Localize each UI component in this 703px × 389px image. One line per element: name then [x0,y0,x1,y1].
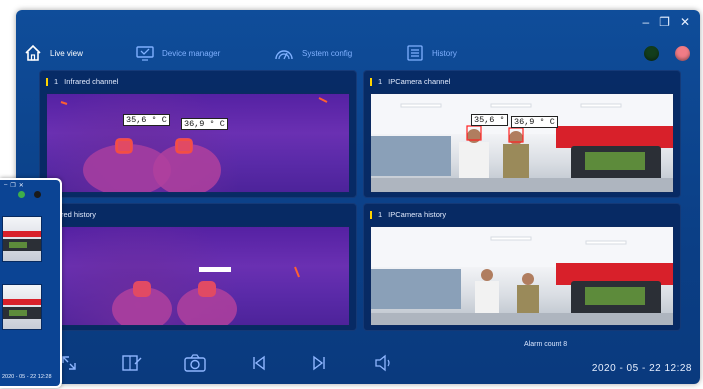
nav-label: Live view [50,48,83,58]
nav-device-manager[interactable]: Device manager [136,40,220,66]
mini-camera-thumbnail[interactable] [2,216,42,262]
temperature-label: 35,6 ° C [123,114,170,126]
panel-title: IPCamera history [388,210,447,219]
list-icon [406,45,424,61]
camera-scene [371,94,673,192]
mini-window[interactable]: – ❐ ✕ 2020 - 05 - 22 12:28 [0,178,62,388]
infrared-live-view[interactable]: 35,6 ° C 36,9 ° C [46,93,350,193]
alarm-count: Alarm count 8 [524,341,568,348]
nav-label: Device manager [162,48,221,58]
ipcamera-history-panel: 1 IPCamera history [363,203,681,331]
datetime-display: 2020 - 05 - 22 12:28 [591,363,692,374]
home-icon [24,44,42,62]
panel-title: Infrared channel [64,77,119,86]
ipcamera-live-view[interactable]: 35,6 ° 36,9 ° C [370,93,674,193]
infrared-channel-panel: 1 Infrared channel 35,6 ° C 36,9 ° C [39,70,357,198]
panel-index: 1 [378,210,383,219]
nav-label: System config [302,48,353,58]
panel-header: 1 IPCamera history [370,210,446,219]
ipcamera-channel-panel: 1 IPCamera channel 35,6 ° 36,9 ° C [363,70,681,198]
ipcamera-history-view[interactable] [370,226,674,326]
nav-live-view[interactable]: Live view [24,40,83,66]
minimize-button[interactable]: – [642,16,649,28]
status-green-indicator [18,191,25,198]
mini-camera-thumbnail[interactable] [2,284,42,330]
temperature-label: 35,6 ° [471,114,508,126]
panel-header: 1 IPCamera channel [370,77,450,86]
app-window: – ❐ ✕ Live view Device manager System co… [16,10,700,384]
camera-icon[interactable] [184,354,206,377]
thermal-figures [60,97,328,192]
close-button[interactable]: ✕ [19,182,24,189]
fullscreen-icon[interactable] [60,354,78,377]
panel-header: 1 Infrared channel [46,77,118,86]
nav-label: History [432,48,457,58]
next-icon[interactable] [310,354,328,377]
panel-marker [46,77,48,86]
edit-layout-icon[interactable] [122,354,142,377]
status-green-indicator [644,46,659,61]
infrared-history-view[interactable] [46,226,350,326]
temperature-label: 36,9 ° C [181,118,228,130]
top-nav: Live view Device manager System config H… [16,34,700,74]
nav-history[interactable]: History [406,40,457,66]
monitor-icon [136,45,154,61]
speaker-icon[interactable] [374,354,394,377]
panel-index: 1 [378,77,383,86]
status-red-indicator [675,46,690,61]
status-indicators [644,46,690,61]
nav-system-config[interactable]: System config [274,40,352,66]
camera-history-scene [371,227,673,325]
window-controls: – ❐ ✕ [642,16,690,28]
panel-marker [370,210,372,219]
mini-datetime: 2020 - 05 - 22 12:28 [2,374,52,380]
panel-index: 1 [54,77,59,86]
panel-title: IPCamera channel [388,77,451,86]
mini-window-controls: – ❐ ✕ [4,182,24,189]
temperature-label: 36,9 ° C [511,116,558,128]
previous-icon[interactable] [250,354,268,377]
restore-button[interactable]: ❐ [659,16,670,28]
thermal-history-figures [112,266,300,325]
restore-button[interactable]: ❐ [10,182,15,189]
infrared-history-panel: Infrared history [39,203,357,331]
gauge-icon [274,45,294,61]
status-dark-indicator [34,191,41,198]
panel-marker [370,77,372,86]
minimize-button[interactable]: – [4,182,7,189]
close-button[interactable]: ✕ [680,16,690,28]
